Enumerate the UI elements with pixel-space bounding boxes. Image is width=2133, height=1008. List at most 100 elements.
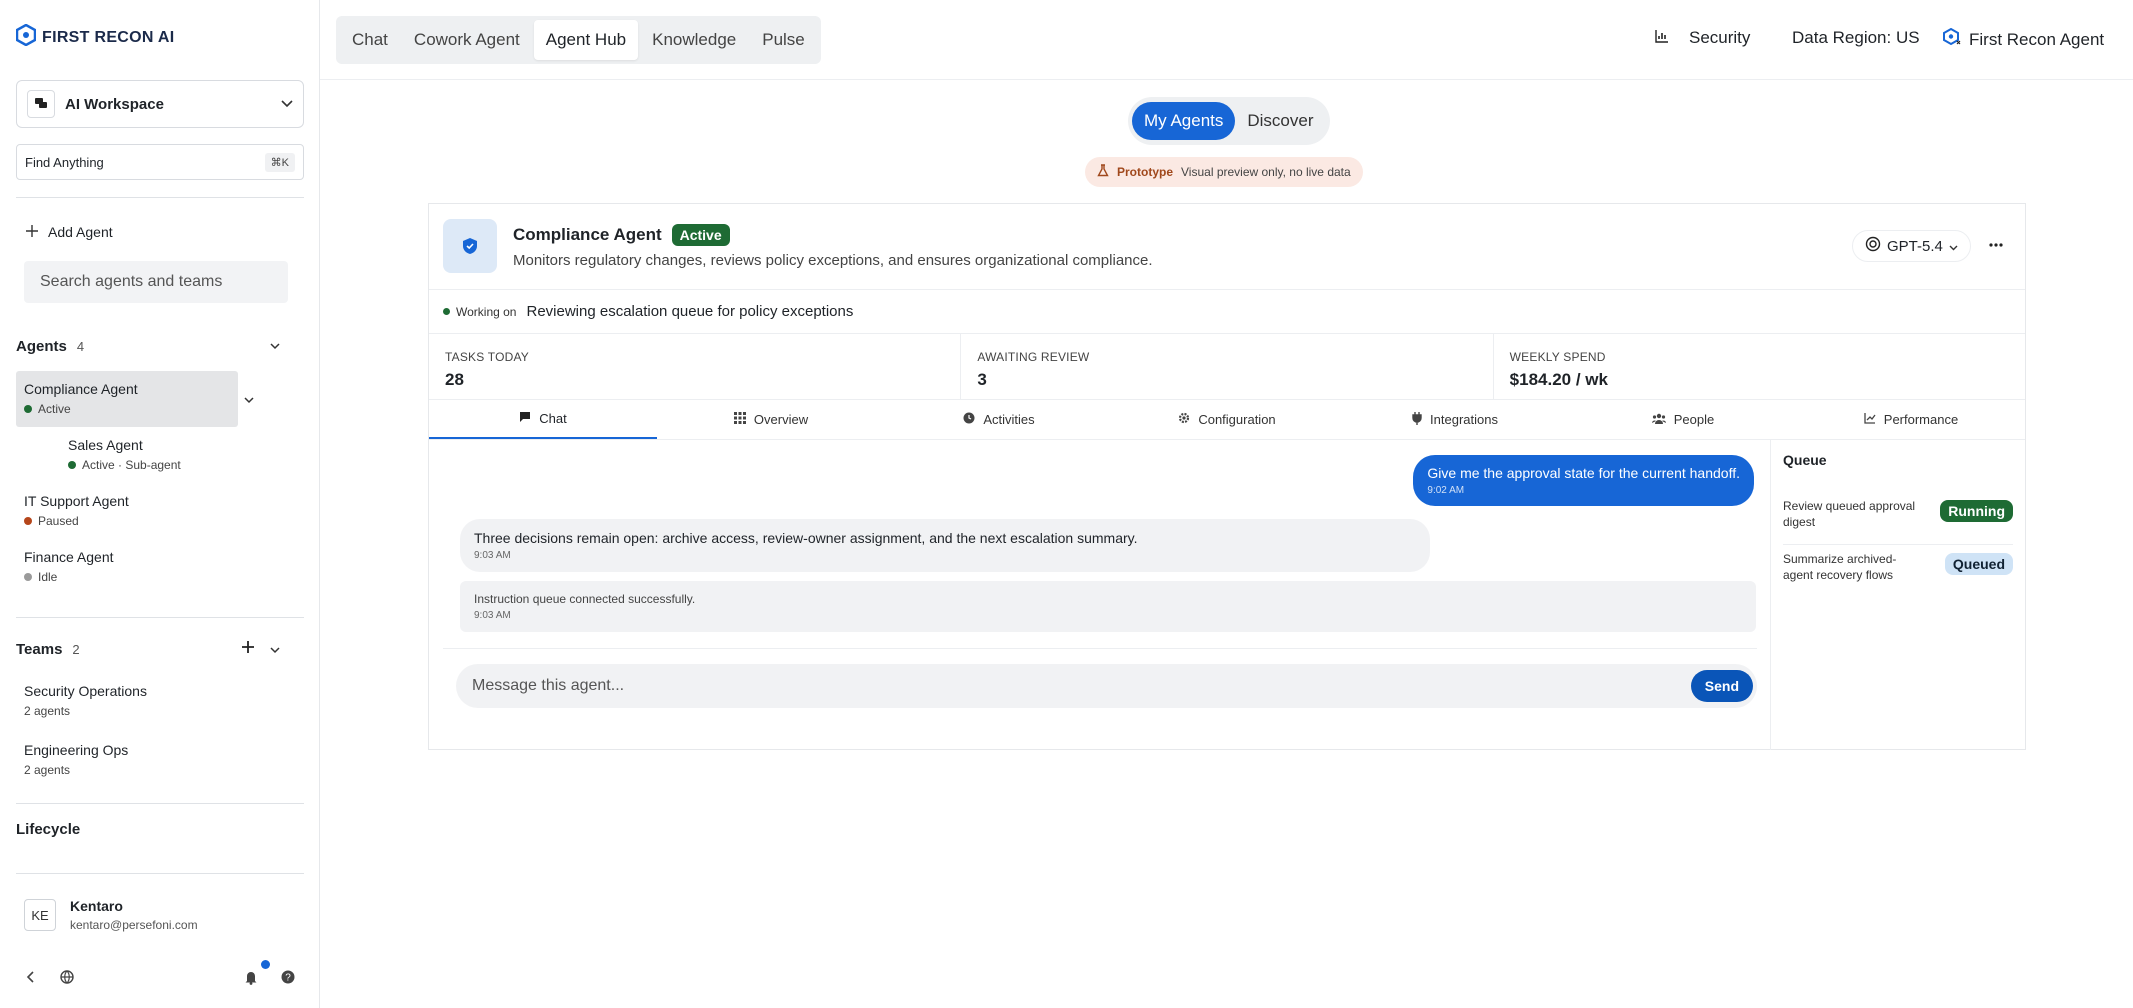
working-on-bar: Working on Reviewing escalation queue fo… <box>429 290 2025 334</box>
agent-status: Idle <box>24 570 114 584</box>
agent-status-text: Paused <box>38 514 79 528</box>
help-icon[interactable]: ? <box>281 970 295 987</box>
tab-pulse[interactable]: Pulse <box>750 20 817 60</box>
chat-icon <box>519 411 531 426</box>
agents-section-header[interactable]: Agents 4 <box>16 338 84 355</box>
lifecycle-section-header[interactable]: Lifecycle <box>16 821 80 838</box>
prototype-banner: Prototype Visual preview only, no live d… <box>1085 157 1363 187</box>
chevron-down-icon[interactable] <box>270 643 280 657</box>
shield-icon <box>443 219 497 273</box>
main-tabs: Chat Cowork Agent Agent Hub Knowledge Pu… <box>336 16 821 64</box>
agent-title: Compliance Agent <box>513 225 662 244</box>
team-agent-count: 2 agents <box>24 763 71 777</box>
queue-title: Queue <box>1783 452 1827 468</box>
plus-icon <box>26 224 38 240</box>
sidebar-team-security-operations[interactable]: Security Operations 2 agents <box>24 683 147 718</box>
more-options-icon[interactable] <box>1989 234 2003 252</box>
agent-description: Monitors regulatory changes, reviews pol… <box>513 252 1153 269</box>
bell-icon[interactable] <box>244 970 258 988</box>
add-agent-label: Add Agent <box>48 224 113 240</box>
tab-integrations[interactable]: Integrations <box>1341 400 1569 439</box>
brand-name: FIRST RECON AI <box>42 28 175 46</box>
openai-icon <box>1865 236 1881 256</box>
collapse-sidebar-icon[interactable] <box>26 970 34 986</box>
tab-performance[interactable]: Performance <box>1797 400 2025 439</box>
my-agents-toggle[interactable]: My Agents <box>1132 102 1236 140</box>
agents-title: Agents <box>16 338 67 355</box>
divider <box>16 873 304 874</box>
discover-toggle[interactable]: Discover <box>1235 102 1325 140</box>
stat-value: $184.20 / wk <box>1509 370 1608 389</box>
grid-icon <box>733 412 746 427</box>
security-link[interactable]: Security <box>1655 28 1750 48</box>
stat-weekly-spend: WEEKLY SPEND $184.20 / wk <box>1494 334 2025 399</box>
tab-cowork-agent[interactable]: Cowork Agent <box>402 20 532 60</box>
tab-overview[interactable]: Overview <box>657 400 885 439</box>
tab-agent-hub[interactable]: Agent Hub <box>533 20 639 60</box>
notification-dot <box>261 960 270 969</box>
shortcut-hint: ⌘K <box>264 152 295 172</box>
chart-icon <box>1655 28 1669 48</box>
tab-label: Performance <box>1883 412 1959 427</box>
status-dot <box>24 573 32 581</box>
search-agents-input[interactable] <box>24 261 288 303</box>
queue-item[interactable]: Summarize archived-agent recovery flows … <box>1783 551 2013 583</box>
model-select[interactable]: GPT-5.4 <box>1852 230 1971 262</box>
user-profile[interactable]: KE Kentaro kentaro@persefoni.com <box>24 898 198 932</box>
chat-panel: Give me the approval state for the curre… <box>429 440 1771 750</box>
tab-label: Activities <box>983 412 1035 427</box>
agent-title-row: Compliance Agent Active <box>513 224 730 246</box>
line-chart-icon <box>1864 412 1876 427</box>
stat-label: AWAITING REVIEW <box>977 350 1090 364</box>
chevron-down-icon[interactable] <box>270 339 280 353</box>
add-agent-button[interactable]: Add Agent <box>26 224 113 240</box>
tab-chat[interactable]: Chat <box>429 400 657 439</box>
message-input[interactable] <box>472 677 1691 695</box>
status-badge: Queued <box>1944 553 2013 575</box>
agent-name: Finance Agent <box>24 549 114 565</box>
queue-item[interactable]: Review queued approval digest Running <box>1783 498 2013 530</box>
agent-menu-button[interactable]: First Recon Agent <box>1943 27 2104 51</box>
status-dot <box>443 308 450 315</box>
tab-knowledge[interactable]: Knowledge <box>640 20 748 60</box>
workspace-label: AI Workspace <box>65 95 164 113</box>
recon-agent-icon <box>1943 27 1961 51</box>
tab-label: Overview <box>753 412 809 427</box>
sidebar-team-engineering-ops[interactable]: Engineering Ops 2 agents <box>24 742 128 777</box>
workspace-select[interactable]: AI Workspace <box>16 80 304 128</box>
tab-chat[interactable]: Chat <box>340 20 400 60</box>
sidebar: FIRST RECON AI AI Workspace Find Anythin… <box>0 0 320 1008</box>
queue-panel: Queue Review queued approval digest Runn… <box>1771 440 2027 750</box>
agent-message: Three decisions remain open: archive acc… <box>460 519 1430 572</box>
agent-status: Paused <box>24 514 129 528</box>
divider <box>16 617 304 618</box>
tab-people[interactable]: People <box>1569 400 1797 439</box>
add-team-plus-icon[interactable] <box>242 641 254 656</box>
agent-status-text: Idle <box>38 570 58 584</box>
brand-logo[interactable]: FIRST RECON AI <box>15 23 175 51</box>
globe-icon[interactable] <box>60 970 74 987</box>
recon-logo-icon <box>15 23 37 51</box>
sidebar-agent-sales[interactable]: Sales Agent Active · Sub-agent <box>68 437 181 472</box>
tab-configuration[interactable]: Configuration <box>1113 400 1341 439</box>
chevron-down-icon <box>1949 238 1958 255</box>
sidebar-agent-finance[interactable]: Finance Agent Idle <box>24 549 114 584</box>
divider <box>443 648 1757 649</box>
message-time: 9:02 AM <box>1427 485 1465 496</box>
avatar: KE <box>24 899 56 931</box>
send-button[interactable]: Send <box>1690 670 1753 702</box>
tab-label: People <box>1673 412 1715 427</box>
user-email: kentaro@persefoni.com <box>70 918 198 932</box>
find-anything-button[interactable]: Find Anything ⌘K <box>16 144 304 180</box>
tab-label: Configuration <box>1198 412 1276 427</box>
flask-icon <box>1097 164 1109 180</box>
teams-section-header[interactable]: Teams 2 <box>16 641 80 658</box>
security-label: Security <box>1689 28 1751 47</box>
sidebar-agent-it-support[interactable]: IT Support Agent Paused <box>24 493 129 528</box>
tab-activities[interactable]: Activities <box>885 400 1113 439</box>
chevron-down-icon[interactable] <box>244 393 254 407</box>
data-region-button[interactable]: Data Region: US <box>1792 28 1920 48</box>
status-dot <box>24 405 32 413</box>
data-region-label: Data Region: US <box>1792 28 1920 47</box>
sidebar-agent-compliance[interactable]: Compliance Agent Active <box>16 371 238 427</box>
